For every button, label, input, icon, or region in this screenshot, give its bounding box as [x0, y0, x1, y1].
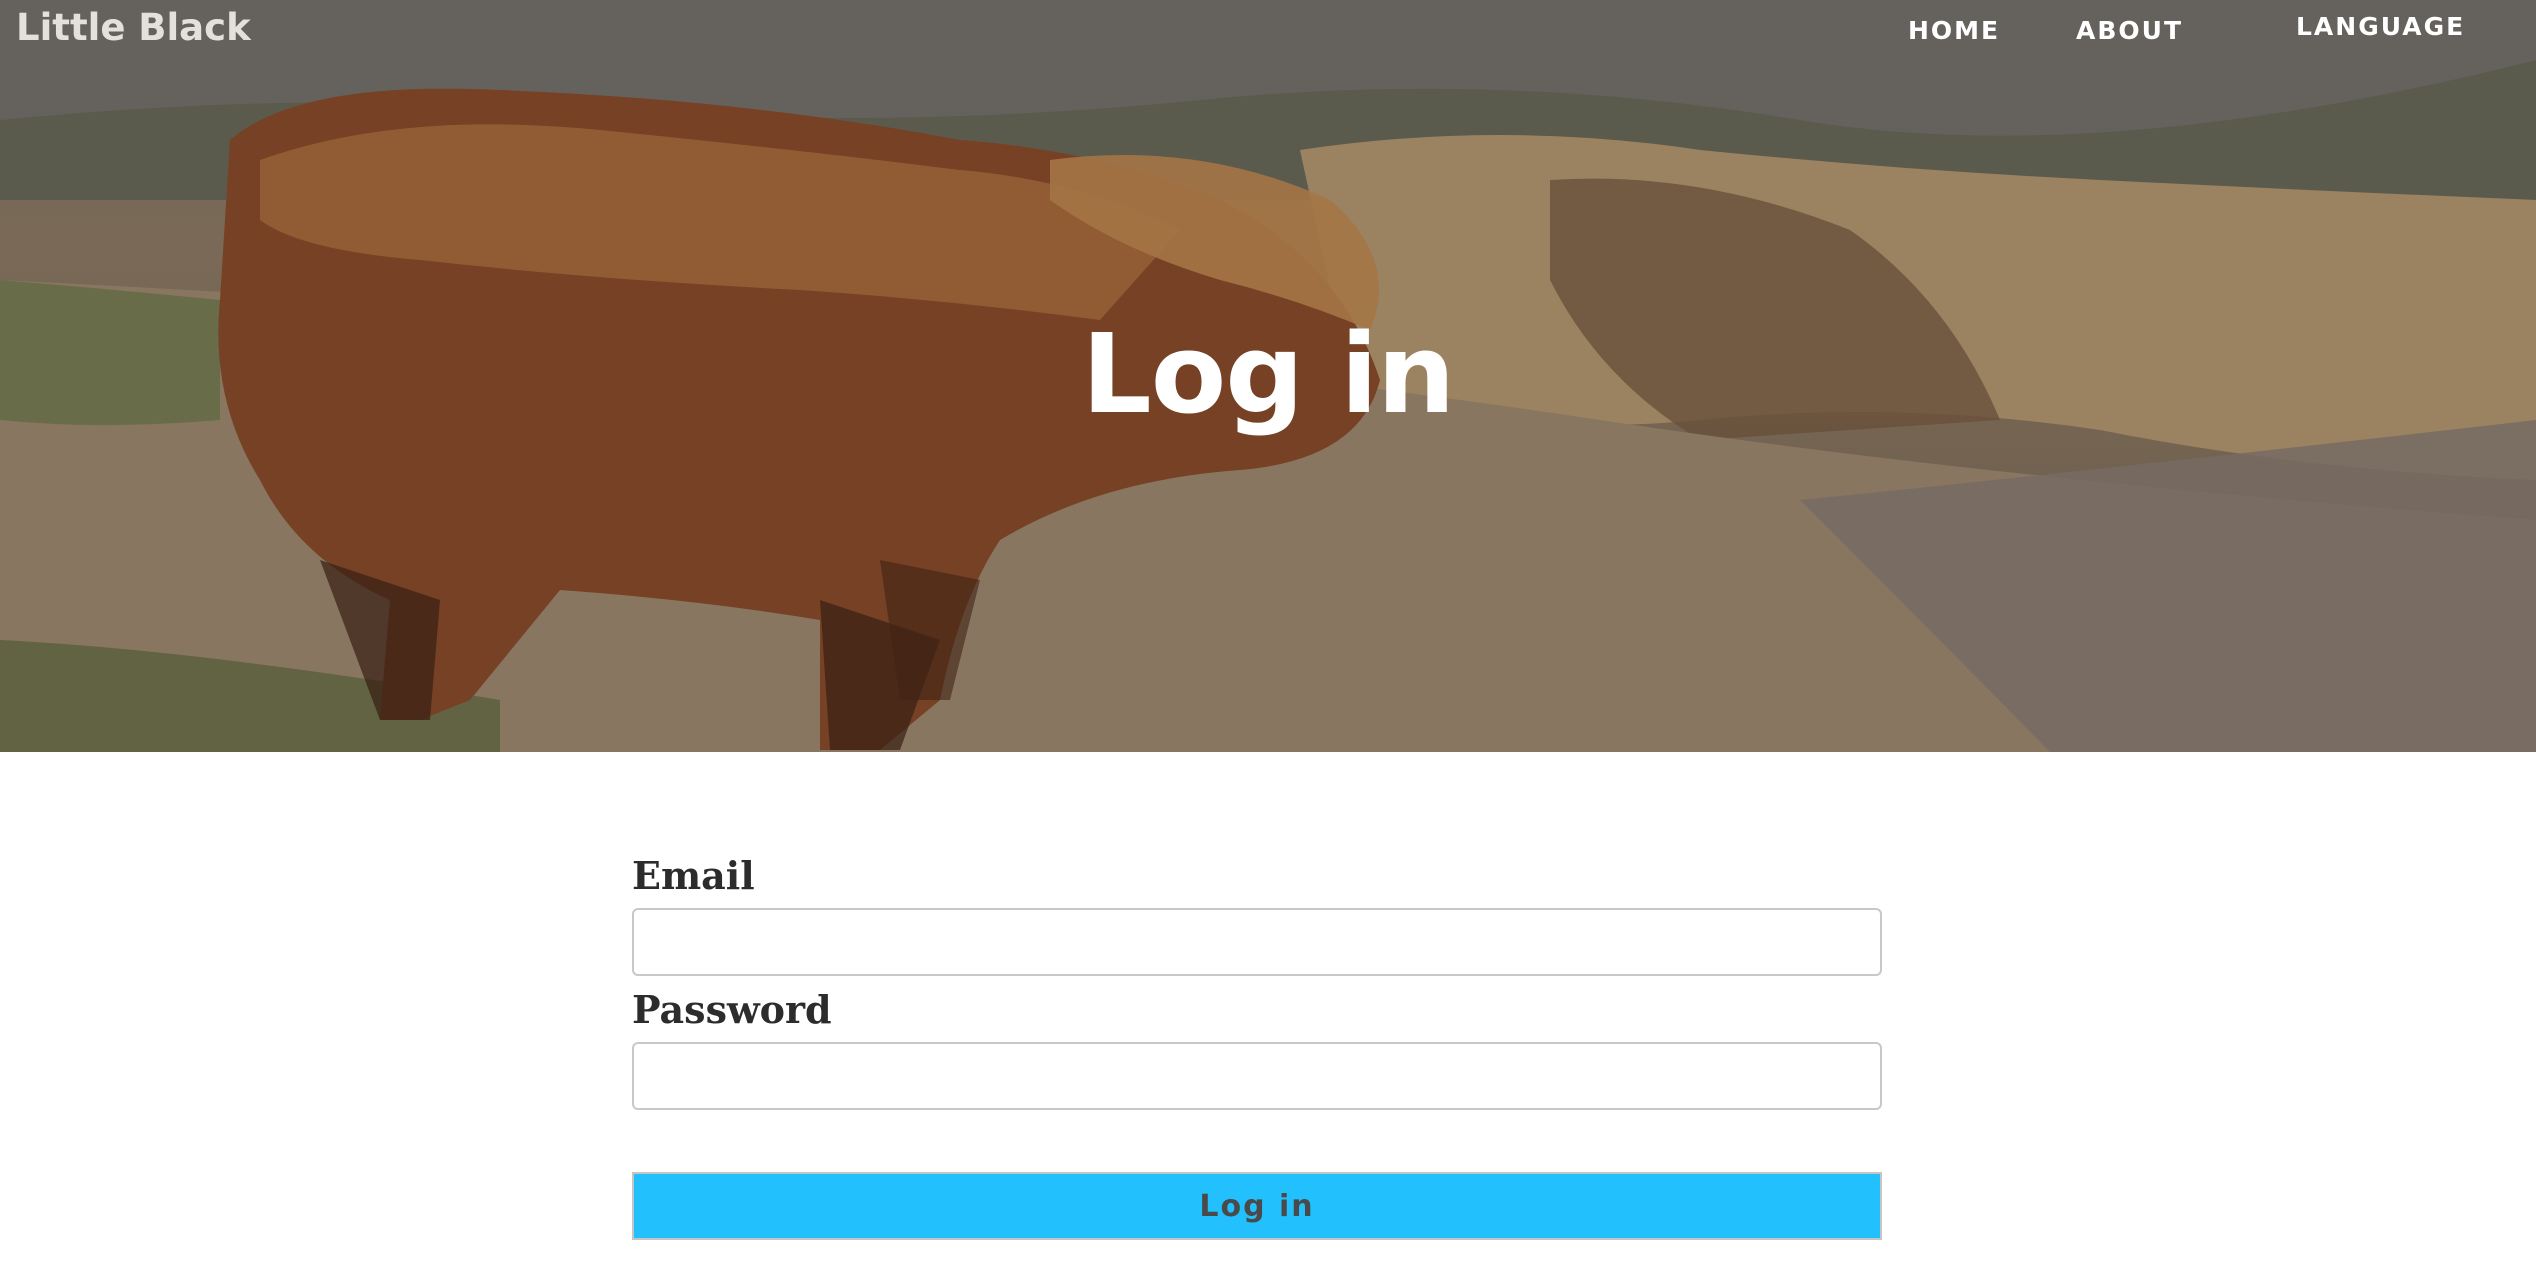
- password-field[interactable]: [632, 1042, 1882, 1110]
- email-label: Email: [632, 853, 755, 898]
- login-form: Email Password Log in: [632, 850, 1882, 1240]
- password-label: Password: [632, 987, 832, 1032]
- login-button[interactable]: Log in: [632, 1172, 1882, 1240]
- nav-language-menu[interactable]: LANGUAGE: [2296, 12, 2465, 41]
- email-field[interactable]: [632, 908, 1882, 976]
- page-title: Log in: [1081, 310, 1456, 438]
- nav-about-link[interactable]: ABOUT: [2076, 16, 2183, 45]
- site-brand[interactable]: Little Black: [16, 6, 251, 49]
- nav-home-link[interactable]: HOME: [1908, 16, 2000, 45]
- hero-banner: Little Black HOME ABOUT LANGUAGE Log in: [0, 0, 2536, 752]
